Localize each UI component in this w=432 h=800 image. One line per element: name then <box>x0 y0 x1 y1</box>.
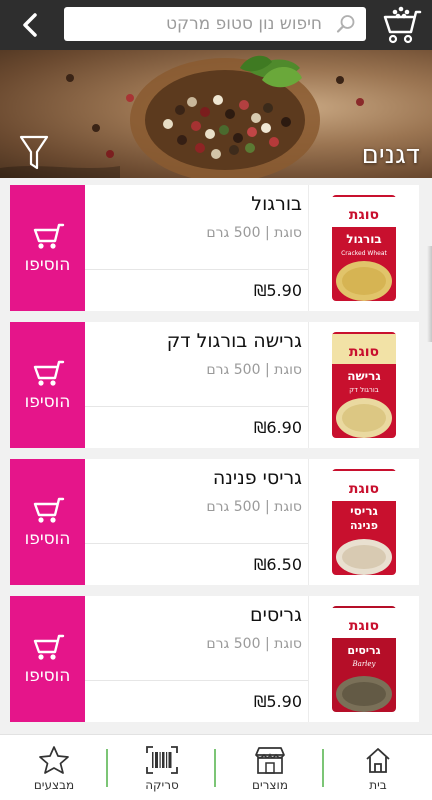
product-image: סוגת בורגול Cracked Wheat <box>332 195 396 301</box>
add-to-cart-button[interactable]: הוסיפו <box>10 185 85 311</box>
divider <box>308 596 309 722</box>
product-list[interactable]: הוסיפו בורגול סוגת | 500 גרם ₪5.90 סוגת … <box>0 178 432 734</box>
divider <box>308 322 309 448</box>
divider <box>308 185 309 311</box>
pack-subtitle: פנינה <box>350 519 378 532</box>
bottom-nav: בית מוצרים סריקה מבצעים <box>0 734 432 800</box>
product-name: בורגול <box>251 193 302 215</box>
chevron-left-icon <box>23 13 37 37</box>
product-price: ₪6.50 <box>253 555 302 574</box>
product-info: בורגול סוגת | 500 גרם ₪5.90 <box>85 185 308 311</box>
add-to-cart-label: הוסיפו <box>24 392 71 412</box>
pack-brand: סוגת <box>349 344 379 360</box>
star-icon <box>39 745 69 774</box>
category-banner: דגנים <box>0 50 432 178</box>
filter-icon <box>19 135 49 170</box>
product-brand: סוגת <box>274 499 302 515</box>
pack-brand: סוגת <box>349 207 379 223</box>
pack-brand: סוגת <box>349 481 379 497</box>
divider <box>85 543 308 544</box>
pack-title: בורגול <box>346 232 381 246</box>
barcode-scan-icon <box>146 745 178 774</box>
nav-products[interactable]: מוצרים <box>216 735 324 800</box>
product-name: גריסים <box>250 604 302 626</box>
product-card[interactable]: הוסיפו גריסי פנינה סוגת | 500 גרם ₪6.50 … <box>10 459 419 585</box>
add-to-cart-button[interactable]: הוסיפו <box>10 322 85 448</box>
pack-title: גריסים <box>347 644 380 657</box>
divider <box>308 459 309 585</box>
product-name: גרישה בורגול דק <box>166 330 302 352</box>
pack-subtitle: Barley <box>352 660 377 668</box>
product-weight: 500 גרם <box>206 636 261 652</box>
nav-home[interactable]: בית <box>324 735 432 800</box>
add-to-cart-label: הוסיפו <box>24 255 71 275</box>
pack-brand: סוגת <box>349 618 379 634</box>
filter-button[interactable] <box>18 134 50 172</box>
nav-scan[interactable]: סריקה <box>108 735 216 800</box>
product-brand: סוגת <box>274 636 302 652</box>
divider <box>85 680 308 681</box>
nav-products-label: מוצרים <box>252 777 288 792</box>
add-to-cart-button[interactable]: הוסיפו <box>10 596 85 722</box>
product-image: סוגת גרישה בורגול דק <box>332 332 396 438</box>
pack-title: גרישה <box>347 369 381 383</box>
add-to-cart-label: הוסיפו <box>24 666 71 686</box>
divider <box>85 269 308 270</box>
cart-icon <box>33 223 64 249</box>
nav-deals[interactable]: מבצעים <box>0 735 108 800</box>
nav-deals-label: מבצעים <box>33 777 75 792</box>
product-meta: סוגת | 500 גרם <box>206 362 302 378</box>
search-input[interactable] <box>64 7 366 41</box>
product-card[interactable]: הוסיפו גריסים סוגת | 500 גרם ₪5.90 סוגת … <box>10 596 419 722</box>
search-icon <box>336 15 355 33</box>
add-to-cart-button[interactable]: הוסיפו <box>10 459 85 585</box>
product-image: סוגת גריסי פנינה <box>332 469 396 575</box>
scrollbar[interactable] <box>427 246 432 342</box>
cart-icon <box>33 634 64 660</box>
product-meta: סוגת | 500 גרם <box>206 636 302 652</box>
add-to-cart-label: הוסיפו <box>24 529 71 549</box>
product-meta: סוגת | 500 גרם <box>206 225 302 241</box>
pack-subtitle: Cracked Wheat <box>341 250 387 257</box>
product-info: גריסים סוגת | 500 גרם ₪5.90 <box>85 596 308 722</box>
product-price: ₪5.90 <box>253 281 302 300</box>
product-info: גרישה בורגול דק סוגת | 500 גרם ₪6.90 <box>85 322 308 448</box>
nav-home-label: בית <box>369 777 387 792</box>
product-info: גריסי פנינה סוגת | 500 גרם ₪6.50 <box>85 459 308 585</box>
cart-icon <box>33 360 64 386</box>
product-card[interactable]: הוסיפו בורגול סוגת | 500 גרם ₪5.90 סוגת … <box>10 185 419 311</box>
product-weight: 500 גרם <box>206 499 261 515</box>
home-icon <box>366 747 390 773</box>
nav-scan-label: סריקה <box>145 777 179 792</box>
product-price: ₪5.90 <box>253 692 302 711</box>
store-icon <box>255 746 285 774</box>
cart-button[interactable] <box>378 4 426 46</box>
product-card[interactable]: הוסיפו גרישה בורגול דק סוגת | 500 גרם ₪6… <box>10 322 419 448</box>
top-bar <box>0 0 432 50</box>
pack-subtitle: בורגול דק <box>349 386 379 394</box>
product-meta: סוגת | 500 גרם <box>206 499 302 515</box>
product-image: סוגת גריסים Barley <box>332 606 396 712</box>
product-brand: סוגת <box>274 362 302 378</box>
cart-icon <box>383 6 422 44</box>
category-title: דגנים <box>361 140 420 170</box>
search-box[interactable] <box>64 7 366 41</box>
product-price: ₪6.90 <box>253 418 302 437</box>
product-weight: 500 גרם <box>206 225 261 241</box>
pack-title: גריסי <box>350 504 378 518</box>
divider <box>85 406 308 407</box>
product-brand: סוגת <box>274 225 302 241</box>
cart-icon <box>33 497 64 523</box>
back-button[interactable] <box>10 6 50 44</box>
product-name: גריסי פנינה <box>212 467 302 489</box>
product-weight: 500 גרם <box>206 362 261 378</box>
